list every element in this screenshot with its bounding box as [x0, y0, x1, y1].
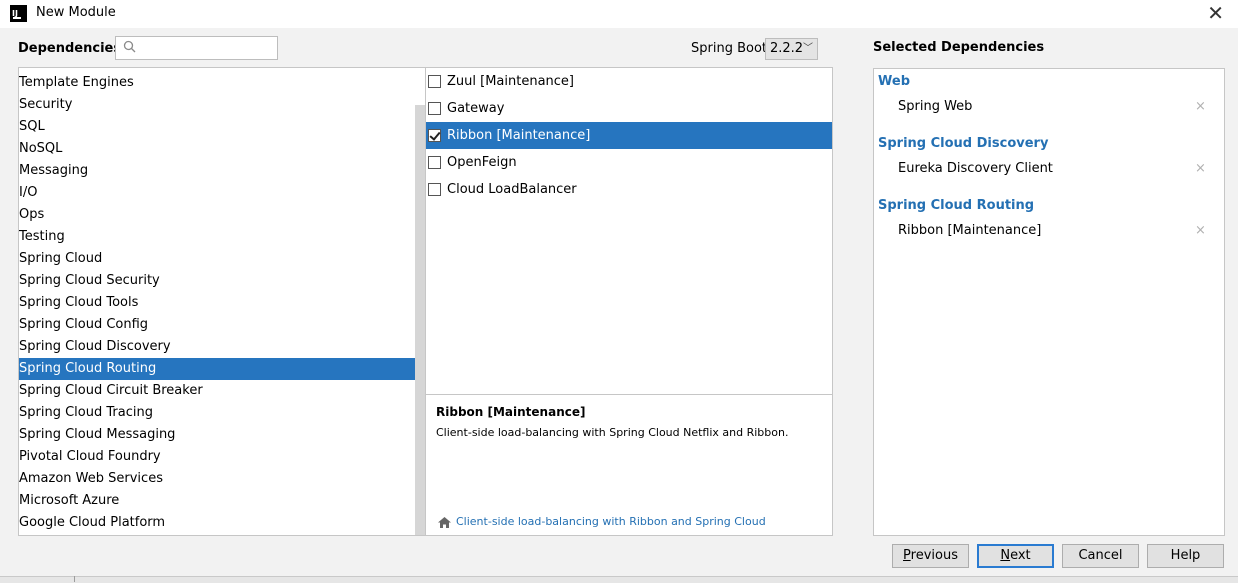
- category-item[interactable]: Testing: [19, 226, 425, 248]
- category-item[interactable]: Spring Cloud Messaging: [19, 424, 425, 446]
- selected-group-title: Spring Cloud Discovery: [878, 136, 1049, 151]
- chevron-down-icon: ﹀: [803, 43, 813, 54]
- intellij-icon: IJ: [10, 5, 27, 22]
- dependency-item[interactable]: Zuul [Maintenance]: [426, 68, 832, 95]
- selected-dependency-item: Spring Web: [898, 99, 973, 114]
- category-item[interactable]: Security: [19, 94, 425, 116]
- category-item[interactable]: Messaging: [19, 160, 425, 182]
- category-list: Google Cloud Platform Microsoft Azure Amaz…: [18, 67, 426, 536]
- dependency-label: Ribbon [Maintenance]: [447, 128, 591, 143]
- window-title: New Module: [36, 5, 116, 20]
- dependency-item[interactable]: Cloud LoadBalancer: [426, 176, 832, 203]
- remove-icon[interactable]: ×: [1195, 99, 1206, 114]
- category-item[interactable]: Spring Cloud Routing: [19, 358, 425, 380]
- selected-dependency-item: Eureka Discovery Client: [898, 161, 1053, 176]
- selected-group-title: Spring Cloud Routing: [878, 198, 1035, 213]
- dependency-label: Cloud LoadBalancer: [447, 182, 577, 197]
- category-item[interactable]: NoSQL: [19, 138, 425, 160]
- category-item[interactable]: SQL: [19, 116, 425, 138]
- spring-boot-label: Spring Boot: [691, 41, 768, 56]
- next-label: ext: [1010, 548, 1031, 563]
- category-item[interactable]: Spring Cloud Security: [19, 270, 425, 292]
- category-item[interactable]: Spring Cloud Tools: [19, 292, 425, 314]
- description-panel: Ribbon [Maintenance] Client-side load-ba…: [425, 394, 833, 536]
- dependency-label: Zuul [Maintenance]: [447, 74, 574, 89]
- next-mnemonic: N: [1000, 548, 1011, 563]
- cancel-button[interactable]: Cancel: [1062, 544, 1139, 568]
- dependency-item[interactable]: OpenFeign: [426, 149, 832, 176]
- remove-icon[interactable]: ×: [1195, 161, 1206, 176]
- next-button[interactable]: Next: [977, 544, 1054, 568]
- category-item[interactable]: Spring Cloud Config: [19, 314, 425, 336]
- dependencies-label: Dependencies: [18, 41, 122, 56]
- search-icon: [123, 40, 136, 53]
- previous-label: revious: [910, 548, 958, 563]
- category-item[interactable]: Spring Cloud Discovery: [19, 336, 425, 358]
- dependency-checkbox[interactable]: [428, 156, 441, 169]
- title-bar: IJ New Module ✕: [0, 0, 1238, 28]
- spring-boot-version-select[interactable]: 2.2.2 ﹀: [765, 38, 818, 60]
- spring-boot-version-value: 2.2.2: [770, 41, 804, 56]
- category-item[interactable]: Google Cloud Platform: [19, 512, 425, 534]
- home-icon: [438, 517, 451, 528]
- category-item[interactable]: Amazon Web Services: [19, 468, 425, 490]
- dependency-checkbox[interactable]: [428, 102, 441, 115]
- category-item[interactable]: Spring Cloud: [19, 248, 425, 270]
- category-item[interactable]: Spring Cloud Tracing: [19, 402, 425, 424]
- selected-dependencies-panel: Web Spring Web × Spring Cloud Discovery Eure…: [873, 68, 1225, 536]
- dependency-item[interactable]: Gateway: [426, 95, 832, 122]
- search-input[interactable]: [115, 36, 278, 60]
- dependency-label: Gateway: [447, 101, 505, 116]
- category-item[interactable]: I/O: [19, 182, 425, 204]
- remove-icon[interactable]: ×: [1195, 223, 1206, 238]
- dependency-checkbox[interactable]: [428, 75, 441, 88]
- selected-dependency-item: Ribbon [Maintenance]: [898, 223, 1042, 238]
- dependency-item[interactable]: Ribbon [Maintenance]: [426, 122, 832, 149]
- close-icon[interactable]: ✕: [1207, 3, 1224, 23]
- dependency-checkbox[interactable]: [428, 129, 441, 142]
- category-scrollbar-thumb[interactable]: [415, 105, 425, 535]
- reference-guide-link[interactable]: Client-side load-balancing with Ribbon a…: [456, 515, 766, 528]
- dependency-checkbox[interactable]: [428, 183, 441, 196]
- selected-dependencies-label: Selected Dependencies: [873, 40, 1045, 55]
- description-title: Ribbon [Maintenance]: [436, 405, 586, 419]
- category-item[interactable]: Pivotal Cloud Foundry: [19, 446, 425, 468]
- bottom-divider-tick: [74, 576, 75, 582]
- category-item[interactable]: Microsoft Azure: [19, 490, 425, 512]
- previous-mnemonic: P: [903, 548, 911, 563]
- help-button[interactable]: Help: [1147, 544, 1224, 568]
- previous-button[interactable]: Previous: [892, 544, 969, 568]
- selected-group-title: Web: [878, 74, 910, 89]
- dependency-label: OpenFeign: [447, 155, 517, 170]
- category-item[interactable]: Spring Cloud Circuit Breaker: [19, 380, 425, 402]
- category-item[interactable]: Ops: [19, 204, 425, 226]
- category-item[interactable]: Template Engines: [19, 72, 425, 94]
- description-text: Client-side load-balancing with Spring C…: [436, 426, 789, 439]
- dependency-list: Zuul [Maintenance] Gateway Ribbon [Mainten…: [425, 67, 833, 395]
